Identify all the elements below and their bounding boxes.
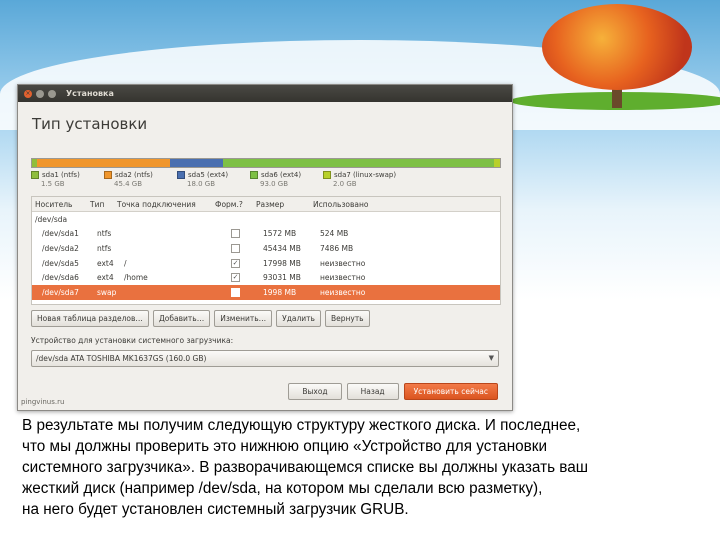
revert-button[interactable]: Вернуть: [324, 310, 370, 327]
new-partition-table-button[interactable]: Новая таблица разделов…: [31, 310, 149, 327]
caption-line: жесткий диск (например /dev/sda, на кото…: [22, 480, 543, 497]
format-checkbox[interactable]: [231, 287, 240, 297]
table-row[interactable]: /dev/sda: [32, 212, 500, 227]
partition-segment: [36, 159, 171, 167]
format-checkbox[interactable]: ✓: [231, 258, 240, 268]
type-cell: swap: [97, 287, 117, 297]
chevron-down-icon: ▼: [488, 354, 494, 362]
column-header[interactable]: Тип: [87, 200, 114, 209]
delete-button[interactable]: Удалить: [276, 310, 321, 327]
column-header[interactable]: Носитель: [32, 200, 87, 209]
format-checkbox[interactable]: [231, 229, 240, 239]
device-cell: /dev/sda5: [42, 258, 79, 268]
partition-segment: [494, 159, 500, 167]
quit-button[interactable]: Выход: [288, 383, 342, 400]
device-cell: /dev/sda6: [42, 273, 79, 283]
bootloader-value: /dev/sda ATA TOSHIBA MK1637GS (160.0 GB): [36, 354, 207, 363]
size-cell: 1572 MB: [263, 229, 297, 239]
legend-item: sda5 (ext4) 18.0 GB: [177, 171, 228, 189]
autumn-tree-image: [510, 0, 720, 110]
legend-item: sda1 (ntfs) 1.5 GB: [31, 171, 80, 189]
mount-cell: /: [124, 258, 127, 268]
watermark: pingvinus.ru: [21, 398, 65, 406]
used-cell: 7486 MB: [320, 243, 354, 253]
partition-legend: sda1 (ntfs) 1.5 GB sda2 (ntfs) 45.4 GB sda…: [31, 171, 501, 193]
format-cell: ✓: [219, 273, 260, 283]
partition-actions: Новая таблица разделов… Добавить… Измени…: [31, 310, 370, 327]
color-swatch-icon: [104, 171, 112, 179]
legend-item: sda6 (ext4) 93.0 GB: [250, 171, 301, 189]
format-checkbox[interactable]: [231, 243, 240, 253]
color-swatch-icon: [250, 171, 258, 179]
caption-line: В результате мы получим следующую структ…: [22, 417, 581, 434]
partition-table: Носитель Тип Точка подключения Форм.? Ра…: [31, 196, 501, 305]
partition-segment: [170, 159, 223, 167]
legend-item: sda2 (ntfs) 45.4 GB: [104, 171, 153, 189]
table-row[interactable]: /dev/sda2 ntfs 45434 MB 7486 MB: [32, 241, 500, 256]
size-cell: 45434 MB: [263, 243, 301, 253]
minimize-icon[interactable]: [36, 89, 44, 98]
title-bar: × Установка: [18, 85, 512, 102]
installer-window: × Установка Тип установки sda1 (ntfs) 1.5…: [17, 84, 513, 411]
type-cell: ntfs: [97, 243, 112, 253]
type-cell: ext4: [97, 258, 114, 268]
bootloader-select[interactable]: /dev/sda ATA TOSHIBA MK1637GS (160.0 GB)…: [31, 350, 499, 367]
format-cell: [219, 229, 260, 239]
table-row[interactable]: /dev/sda6 ext4 /home ✓ 93031 MB неизвест…: [32, 270, 500, 285]
column-header[interactable]: Форм.?: [212, 200, 253, 209]
format-checkbox[interactable]: ✓: [231, 273, 240, 283]
legend-item: sda7 (linux-swap) 2.0 GB: [323, 171, 396, 189]
device-cell: /dev/sda2: [42, 243, 79, 253]
install-now-button[interactable]: Установить сейчас: [403, 383, 498, 400]
size-cell: 17998 MB: [263, 258, 301, 268]
caption-text: В результате мы получим следующую структ…: [22, 415, 702, 520]
device-cell: /dev/sda7: [42, 287, 79, 297]
color-swatch-icon: [31, 171, 39, 179]
add-button[interactable]: Добавить…: [152, 310, 211, 327]
format-cell: [219, 287, 260, 297]
column-header[interactable]: Использовано: [310, 200, 433, 209]
caption-line: что мы должны проверить это нижнюю опцию…: [22, 438, 548, 455]
caption-line: системного загрузчика». В разворачивающе…: [22, 459, 589, 476]
type-cell: ext4: [97, 273, 114, 283]
size-cell: 1998 MB: [263, 287, 297, 297]
page-title: Тип установки: [32, 115, 148, 133]
mount-cell: /home: [124, 273, 148, 283]
table-header: Носитель Тип Точка подключения Форм.? Ра…: [32, 197, 500, 212]
color-swatch-icon: [177, 171, 185, 179]
used-cell: неизвестно: [320, 258, 366, 268]
device-cell: /dev/sda1: [42, 229, 79, 239]
table-row[interactable]: /dev/sda5 ext4 / ✓ 17998 MB неизвестно: [32, 256, 500, 271]
navigation-buttons: Выход Назад Установить сейчас: [288, 383, 498, 400]
close-icon[interactable]: ×: [24, 89, 32, 98]
change-button[interactable]: Изменить…: [214, 310, 273, 327]
caption-line: на него будет установлен системный загру…: [22, 501, 409, 518]
table-row-selected[interactable]: /dev/sda7 swap 1998 MB неизвестно: [32, 284, 500, 300]
used-cell: 524 MB: [320, 229, 349, 239]
maximize-icon[interactable]: [48, 89, 56, 98]
format-cell: ✓: [219, 258, 260, 268]
format-cell: [219, 243, 260, 253]
column-header[interactable]: Размер: [253, 200, 310, 209]
used-cell: неизвестно: [320, 273, 366, 283]
partition-bar: [31, 158, 501, 168]
used-cell: неизвестно: [320, 287, 366, 297]
back-button[interactable]: Назад: [346, 383, 399, 400]
column-header[interactable]: Точка подключения: [114, 200, 212, 209]
bootloader-label: Устройство для установки системного загр…: [31, 336, 234, 345]
window-title: Установка: [66, 89, 114, 98]
type-cell: ntfs: [97, 229, 112, 239]
device-cell: /dev/sda: [35, 214, 68, 224]
size-cell: 93031 MB: [263, 273, 301, 283]
table-row[interactable]: /dev/sda1 ntfs 1572 MB 524 MB: [32, 227, 500, 242]
color-swatch-icon: [323, 171, 331, 179]
partition-segment: [222, 159, 495, 167]
